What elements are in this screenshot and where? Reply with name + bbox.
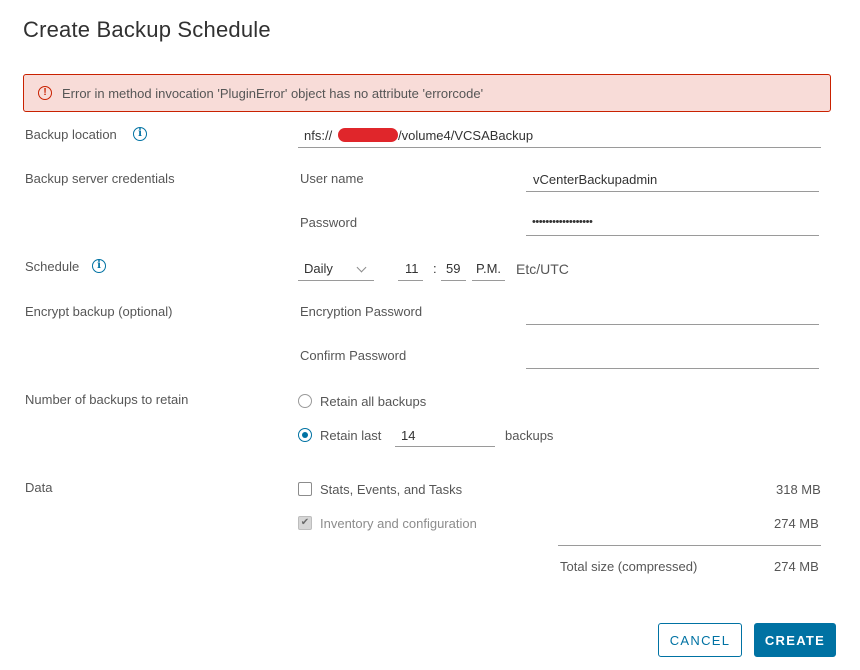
- backup-location-input[interactable]: nfs:// /volume4/VCSABackup: [298, 126, 821, 148]
- password-label: Password: [300, 215, 358, 230]
- backup-location-prefix: nfs://: [304, 128, 333, 143]
- encrypt-label: Encrypt backup (optional): [25, 304, 173, 319]
- schedule-hour-input[interactable]: 11: [398, 258, 423, 281]
- schedule-frequency-select[interactable]: Daily: [298, 258, 374, 281]
- retain-last-label[interactable]: Retain last: [320, 428, 381, 443]
- checkmark-icon: ✔: [300, 517, 310, 528]
- inventory-config-label: Inventory and configuration: [320, 516, 477, 531]
- data-label: Data: [25, 480, 53, 495]
- schedule-label: Schedule: [25, 259, 80, 274]
- backup-location-suffix: /volume4/VCSABackup: [398, 128, 534, 143]
- schedule-time-separator: :: [433, 261, 437, 276]
- schedule-hour-value: 11: [405, 261, 419, 276]
- username-value: vCenterBackupadmin: [533, 172, 658, 187]
- retain-last-radio[interactable]: [298, 428, 312, 442]
- error-alert-message: Error in method invocation 'PluginError'…: [62, 85, 484, 101]
- total-size-value: 274 MB: [774, 559, 819, 574]
- cancel-button[interactable]: CANCEL: [658, 623, 742, 657]
- encryption-password-label: Encryption Password: [300, 304, 423, 319]
- total-divider: [558, 545, 821, 546]
- credentials-label: Backup server credentials: [25, 171, 175, 186]
- retain-suffix: backups: [505, 428, 554, 443]
- chevron-down-icon: [356, 262, 367, 273]
- schedule-info-icon[interactable]: i: [92, 259, 106, 273]
- retain-last-value: 14: [401, 428, 416, 443]
- encryption-password-input[interactable]: [526, 302, 819, 325]
- schedule-minute-input[interactable]: 59: [441, 258, 466, 281]
- retain-label: Number of backups to retain: [25, 392, 189, 407]
- schedule-frequency-value: Daily: [304, 261, 333, 276]
- create-button[interactable]: CREATE: [754, 623, 836, 657]
- dialog-title: Create Backup Schedule: [23, 17, 271, 42]
- confirm-password-label: Confirm Password: [300, 348, 407, 363]
- stats-events-tasks-checkbox[interactable]: [298, 482, 312, 496]
- confirm-password-input[interactable]: [526, 346, 819, 369]
- stats-events-tasks-label[interactable]: Stats, Events, and Tasks: [320, 482, 462, 497]
- backup-location-label: Backup location: [25, 127, 117, 142]
- retain-last-input[interactable]: 14: [395, 425, 495, 447]
- backup-location-info-icon[interactable]: i: [133, 127, 147, 141]
- stats-events-tasks-size: 318 MB: [776, 482, 821, 497]
- retain-all-radio[interactable]: [298, 394, 312, 408]
- total-size-label: Total size (compressed): [560, 559, 698, 574]
- redaction-mark: [338, 128, 398, 142]
- username-label: User name: [300, 171, 364, 186]
- username-input[interactable]: vCenterBackupadmin: [526, 170, 819, 192]
- error-alert: ! Error in method invocation 'PluginErro…: [23, 74, 831, 112]
- inventory-config-size: 274 MB: [774, 516, 819, 531]
- inventory-config-checkbox[interactable]: ✔: [298, 516, 312, 530]
- schedule-meridiem-value: P.M.: [476, 261, 502, 276]
- error-circle-icon: !: [38, 86, 52, 100]
- schedule-timezone: Etc/UTC: [516, 261, 569, 277]
- password-value: ••••••••••••••••••: [532, 216, 593, 228]
- schedule-minute-value: 59: [446, 261, 461, 276]
- retain-all-label[interactable]: Retain all backups: [320, 394, 426, 409]
- schedule-meridiem-select[interactable]: P.M.: [472, 258, 505, 281]
- password-input[interactable]: ••••••••••••••••••: [526, 214, 819, 236]
